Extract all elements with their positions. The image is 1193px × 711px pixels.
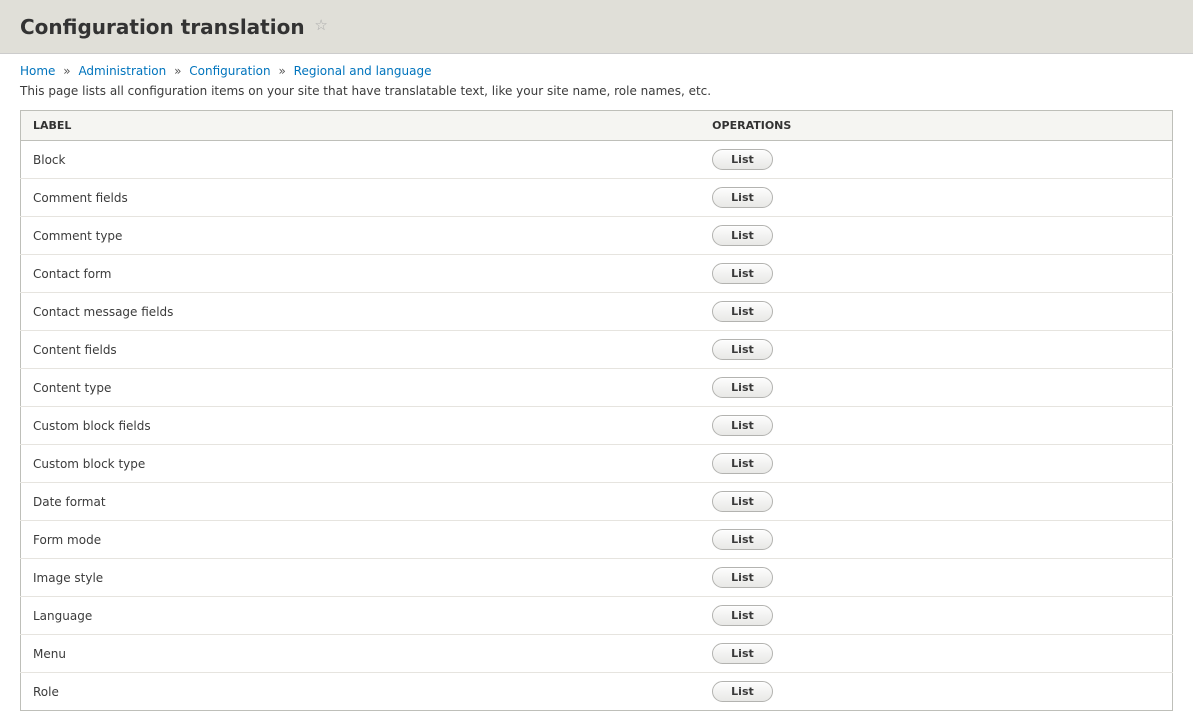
- col-header-label: Label: [21, 111, 701, 141]
- cell-label: Custom block fields: [21, 407, 701, 445]
- cell-label: Image style: [21, 559, 701, 597]
- cell-operations: List: [700, 597, 1172, 635]
- cell-label: Content fields: [21, 331, 701, 369]
- list-button[interactable]: List: [712, 149, 773, 170]
- table-row: Contact message fields List: [21, 293, 1173, 331]
- table-container: Label Operations BlockListComment fields…: [20, 110, 1173, 711]
- breadcrumb-sep: »: [59, 64, 74, 78]
- table-row: Role List: [21, 673, 1173, 711]
- list-button[interactable]: List: [712, 339, 773, 360]
- cell-label: Custom block type: [21, 445, 701, 483]
- table-row: Form mode List: [21, 521, 1173, 559]
- table-row: Menu List: [21, 635, 1173, 673]
- table-row: Comment type List: [21, 217, 1173, 255]
- table-row: Language List: [21, 597, 1173, 635]
- list-button[interactable]: List: [712, 643, 773, 664]
- table-row: Contact form List: [21, 255, 1173, 293]
- list-button[interactable]: List: [712, 453, 773, 474]
- table-row: Block List: [21, 141, 1173, 179]
- list-button[interactable]: List: [712, 491, 773, 512]
- cell-label: Date format: [21, 483, 701, 521]
- cell-operations: List: [700, 635, 1172, 673]
- page-header: Configuration translation ☆: [0, 0, 1193, 54]
- table-row: Comment fields List: [21, 179, 1173, 217]
- cell-label: Comment fields: [21, 179, 701, 217]
- breadcrumb-regional[interactable]: Regional and language: [294, 64, 432, 78]
- cell-operations: List: [700, 407, 1172, 445]
- list-button[interactable]: List: [712, 415, 773, 436]
- cell-label: Comment type: [21, 217, 701, 255]
- cell-operations: List: [700, 255, 1172, 293]
- cell-label: Form mode: [21, 521, 701, 559]
- breadcrumb-sep: »: [274, 64, 289, 78]
- cell-label: Role: [21, 673, 701, 711]
- list-button[interactable]: List: [712, 529, 773, 550]
- cell-operations: List: [700, 141, 1172, 179]
- breadcrumb: Home » Administration » Configuration » …: [0, 54, 1193, 84]
- table-row: Content fields List: [21, 331, 1173, 369]
- breadcrumb-home[interactable]: Home: [20, 64, 55, 78]
- cell-label: Block: [21, 141, 701, 179]
- table-row: Custom block type List: [21, 445, 1173, 483]
- cell-label: Menu: [21, 635, 701, 673]
- col-header-operations: Operations: [700, 111, 1172, 141]
- cell-operations: List: [700, 217, 1172, 255]
- cell-operations: List: [700, 559, 1172, 597]
- cell-operations: List: [700, 521, 1172, 559]
- cell-operations: List: [700, 331, 1172, 369]
- cell-operations: List: [700, 673, 1172, 711]
- config-table: Label Operations BlockListComment fields…: [20, 110, 1173, 711]
- list-button[interactable]: List: [712, 681, 773, 702]
- page-title: Configuration translation: [20, 15, 305, 39]
- table-row: Content type List: [21, 369, 1173, 407]
- table-row: Date format List: [21, 483, 1173, 521]
- star-icon[interactable]: ☆: [314, 16, 327, 34]
- list-button[interactable]: List: [712, 187, 773, 208]
- list-button[interactable]: List: [712, 567, 773, 588]
- breadcrumb-administration[interactable]: Administration: [78, 64, 166, 78]
- cell-label: Contact message fields: [21, 293, 701, 331]
- list-button[interactable]: List: [712, 225, 773, 246]
- list-button[interactable]: List: [712, 301, 773, 322]
- list-button[interactable]: List: [712, 263, 773, 284]
- cell-operations: List: [700, 445, 1172, 483]
- cell-operations: List: [700, 179, 1172, 217]
- page-description: This page lists all configuration items …: [0, 84, 1193, 110]
- table-row: Image style List: [21, 559, 1173, 597]
- cell-label: Contact form: [21, 255, 701, 293]
- cell-label: Content type: [21, 369, 701, 407]
- list-button[interactable]: List: [712, 377, 773, 398]
- cell-label: Language: [21, 597, 701, 635]
- cell-operations: List: [700, 369, 1172, 407]
- list-button[interactable]: List: [712, 605, 773, 626]
- cell-operations: List: [700, 293, 1172, 331]
- content: Home » Administration » Configuration » …: [0, 54, 1193, 711]
- table-row: Custom block fields List: [21, 407, 1173, 445]
- cell-operations: List: [700, 483, 1172, 521]
- breadcrumb-configuration[interactable]: Configuration: [189, 64, 270, 78]
- breadcrumb-sep: »: [170, 64, 185, 78]
